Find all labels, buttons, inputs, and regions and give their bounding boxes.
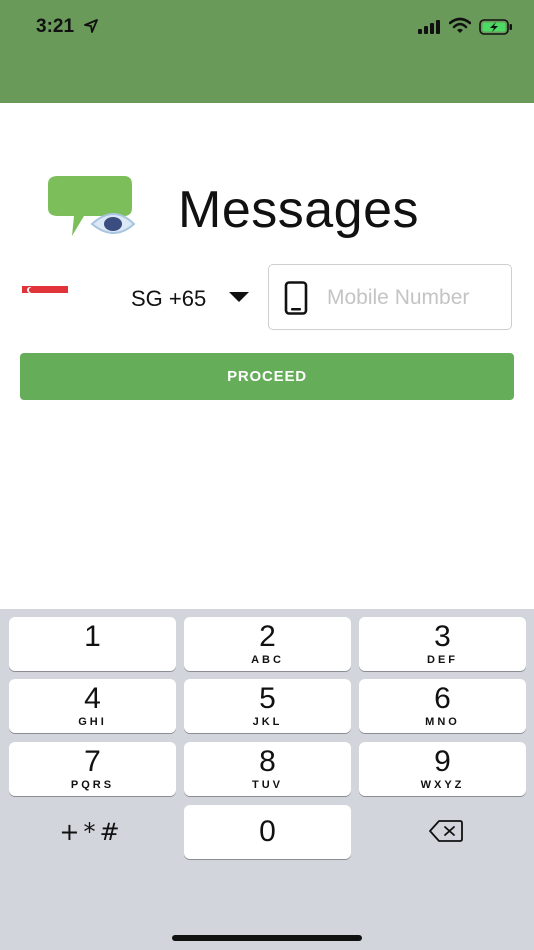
key-number: 8 <box>259 745 276 778</box>
location-arrow-icon <box>84 19 98 33</box>
proceed-button[interactable]: PROCEED <box>20 353 514 400</box>
key-7[interactable]: 7 PQRS <box>9 742 176 796</box>
app-title: Messages <box>178 181 419 239</box>
key-number: 6 <box>434 682 451 715</box>
key-1[interactable]: 1 <box>9 617 176 671</box>
wifi-icon <box>449 17 471 33</box>
key-0[interactable]: 0 <box>184 805 351 859</box>
status-time: 3:21 <box>36 16 75 37</box>
key-4[interactable]: 4 GHI <box>9 679 176 733</box>
key-5[interactable]: 5 JKL <box>184 679 351 733</box>
key-number: 0 <box>259 815 276 848</box>
key-number: 9 <box>434 745 451 778</box>
key-letters: GHI <box>78 716 107 728</box>
key-6[interactable]: 6 MNO <box>359 679 526 733</box>
key-letters: DEF <box>427 654 458 666</box>
key-number: 4 <box>84 682 101 715</box>
key-number: 3 <box>434 620 451 653</box>
key-number: 1 <box>84 620 101 653</box>
mobile-number-field[interactable] <box>268 264 512 330</box>
key-letters: PQRS <box>70 779 115 791</box>
key-letters: TUV <box>252 779 283 791</box>
country-code-label[interactable]: SG +65 <box>131 286 206 312</box>
key-letters: JKL <box>252 716 283 728</box>
key-letters: ABC <box>251 654 284 666</box>
key-9[interactable]: 9 WXYZ <box>359 742 526 796</box>
singapore-flag-icon[interactable] <box>22 286 68 300</box>
key-letters: WXYZ <box>420 779 465 791</box>
app-logo-icon <box>48 176 136 236</box>
home-indicator[interactable] <box>172 935 362 941</box>
backspace-icon[interactable] <box>429 820 463 842</box>
mobile-number-input[interactable] <box>327 283 502 313</box>
key-number: 2 <box>259 620 276 653</box>
cellular-signal-icon <box>418 20 440 34</box>
symbols-key[interactable]: +*# <box>8 805 175 859</box>
status-bar: 3:21 <box>0 0 534 103</box>
country-dropdown-caret-icon[interactable] <box>228 291 250 303</box>
numeric-keypad: 1 2 ABC 3 DEF 4 GHI 5 JKL 6 MNO 7 PQRS 8… <box>0 609 534 950</box>
key-letters: MNO <box>425 716 460 728</box>
key-number: 5 <box>259 682 276 715</box>
key-8[interactable]: 8 TUV <box>184 742 351 796</box>
key-3[interactable]: 3 DEF <box>359 617 526 671</box>
key-number: 7 <box>84 745 101 778</box>
battery-charging-icon <box>479 19 512 35</box>
mobile-phone-icon <box>284 281 308 315</box>
key-2[interactable]: 2 ABC <box>184 617 351 671</box>
